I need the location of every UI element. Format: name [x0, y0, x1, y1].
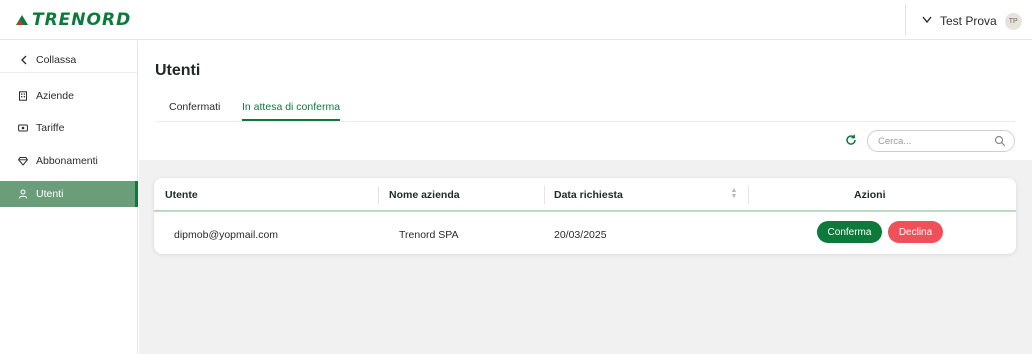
sidebar: Collassa Aziende Tariffe Abbonamenti Ute…: [0, 41, 138, 354]
sidebar-item-collassa[interactable]: Collassa: [0, 47, 138, 73]
tab-bar: Confermati In attesa di conferma: [155, 97, 1015, 122]
sidebar-item-label: Utenti: [36, 188, 64, 200]
column-divider: [544, 186, 545, 204]
confirm-button[interactable]: Conferma: [817, 221, 882, 243]
sidebar-item-label: Abbonamenti: [36, 155, 98, 167]
column-header-utente[interactable]: Utente: [165, 189, 198, 201]
building-icon: [18, 91, 28, 101]
column-header-data-richiesta[interactable]: Data richiesta: [554, 189, 623, 201]
sort-icon[interactable]: ▲ ▼: [730, 187, 738, 202]
search-input-wrapper[interactable]: [867, 130, 1015, 152]
user-menu[interactable]: Test Prova TP: [922, 11, 1022, 31]
sidebar-item-utenti[interactable]: Utenti: [0, 181, 138, 207]
tab-confermati[interactable]: Confermati: [169, 101, 220, 119]
chevron-left-icon: [18, 55, 28, 65]
logo-mark-icon: [15, 13, 29, 27]
tab-in-attesa-di-conferma[interactable]: In attesa di conferma: [242, 101, 341, 121]
main-content: Utenti Confermati In attesa di conferma …: [139, 41, 1032, 354]
page-title: Utenti: [155, 62, 201, 79]
sidebar-item-abbonamenti[interactable]: Abbonamenti: [0, 148, 138, 174]
search-input[interactable]: [878, 134, 988, 148]
sidebar-item-tariffe[interactable]: Tariffe: [0, 115, 138, 141]
header-divider: [905, 4, 906, 36]
users-table: Utente Nome azienda Data richiesta ▲ ▼ Az…: [154, 178, 1016, 254]
logo-text: TRENORD: [32, 10, 132, 30]
user-name: Test Prova: [940, 14, 997, 28]
cell-data-richiesta: 20/03/2025: [554, 229, 607, 241]
decline-button[interactable]: Declina: [888, 221, 943, 243]
search-icon[interactable]: [994, 135, 1006, 147]
user-icon: [18, 189, 28, 199]
chevron-down-icon: [922, 15, 932, 27]
app-header: TRENORD Test Prova TP: [0, 0, 1032, 40]
ticket-icon: [18, 123, 28, 133]
column-divider: [748, 186, 749, 204]
sidebar-item-label: Collassa: [36, 53, 77, 66]
cell-nome-azienda: Trenord SPA: [399, 229, 459, 241]
sidebar-item-label: Aziende: [36, 90, 74, 102]
sidebar-item-aziende[interactable]: Aziende: [0, 83, 138, 109]
avatar[interactable]: TP: [1004, 12, 1022, 30]
column-header-nome-azienda[interactable]: Nome azienda: [389, 189, 460, 201]
column-divider: [378, 186, 379, 204]
column-header-azioni: Azioni: [854, 189, 886, 201]
table-header: Utente Nome azienda Data richiesta ▲ ▼ Az…: [154, 178, 1016, 212]
refresh-icon[interactable]: [845, 134, 859, 148]
diamond-icon: [18, 156, 28, 166]
cell-utente: dipmob@yopmail.com: [174, 229, 279, 241]
trenord-logo[interactable]: TRENORD: [15, 10, 131, 30]
sidebar-item-label: Tariffe: [36, 122, 65, 134]
